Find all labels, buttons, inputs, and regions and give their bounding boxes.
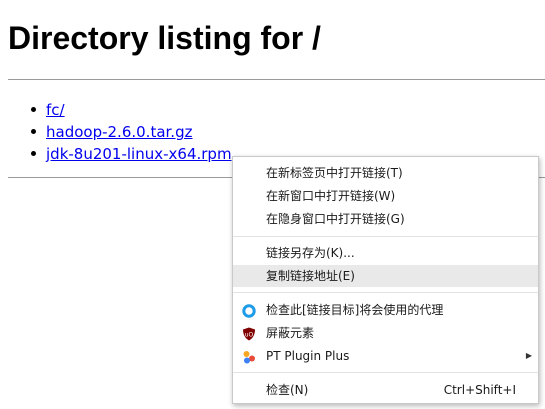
- bullet-icon: [31, 107, 36, 112]
- list-item: hadoop-2.6.0.tar.gz: [28, 121, 232, 143]
- bullet-icon: [31, 129, 36, 134]
- ublock-shield-icon: uO: [242, 326, 256, 341]
- bullet-icon: [31, 151, 36, 156]
- page-title: Directory listing for /: [8, 20, 321, 56]
- file-list: fc/ hadoop-2.6.0.tar.gz jdk-8u201-linux-…: [28, 99, 232, 165]
- menu-item-block-element[interactable]: uO 屏蔽元素: [233, 322, 538, 344]
- file-link-hadoop[interactable]: hadoop-2.6.0.tar.gz: [46, 123, 192, 141]
- menu-item-open-new-window[interactable]: 在新窗口中打开链接(W): [233, 185, 538, 207]
- menu-item-pt-plugin-plus[interactable]: PT Plugin Plus ▶: [233, 345, 538, 367]
- menu-separator: [233, 292, 538, 293]
- pt-plugin-icon: [242, 349, 256, 364]
- chevron-right-icon: ▶: [525, 351, 532, 360]
- menu-item-label: 检查(N): [266, 383, 309, 397]
- menu-item-check-proxy[interactable]: 检查此[链接目标]将会使用的代理: [233, 299, 538, 321]
- menu-item-label: PT Plugin Plus: [266, 349, 350, 363]
- file-link-jdk[interactable]: jdk-8u201-linux-x64.rpm: [46, 145, 232, 163]
- list-item: fc/: [28, 99, 232, 121]
- menu-item-label: 检查此[链接目标]将会使用的代理: [266, 303, 444, 317]
- menu-item-copy-link-address[interactable]: 复制链接地址(E): [233, 265, 538, 287]
- menu-item-label: 在新窗口中打开链接(W): [266, 189, 396, 203]
- menu-item-label: 屏蔽元素: [266, 326, 315, 340]
- menu-item-label: 在新标签页中打开链接(T): [266, 166, 403, 180]
- svg-text:uO: uO: [245, 332, 254, 339]
- top-divider: [8, 79, 545, 80]
- menu-item-open-incognito[interactable]: 在隐身窗口中打开链接(G): [233, 208, 538, 230]
- context-menu: 在新标签页中打开链接(T) 在新窗口中打开链接(W) 在隐身窗口中打开链接(G)…: [232, 156, 539, 404]
- shortcut-label: Ctrl+Shift+I: [443, 383, 516, 397]
- proxy-ring-icon: [242, 303, 256, 318]
- list-item: jdk-8u201-linux-x64.rpm: [28, 143, 232, 165]
- menu-item-open-new-tab[interactable]: 在新标签页中打开链接(T): [233, 162, 538, 184]
- menu-item-label: 复制链接地址(E): [266, 269, 355, 283]
- menu-item-save-link-as[interactable]: 链接另存为(K)...: [233, 242, 538, 264]
- menu-separator: [233, 372, 538, 373]
- menu-separator: [233, 236, 538, 237]
- file-link-fc[interactable]: fc/: [46, 101, 65, 119]
- menu-item-inspect[interactable]: 检查(N) Ctrl+Shift+I: [233, 379, 538, 401]
- menu-item-label: 链接另存为(K)...: [266, 246, 355, 260]
- menu-item-label: 在隐身窗口中打开链接(G): [266, 212, 405, 226]
